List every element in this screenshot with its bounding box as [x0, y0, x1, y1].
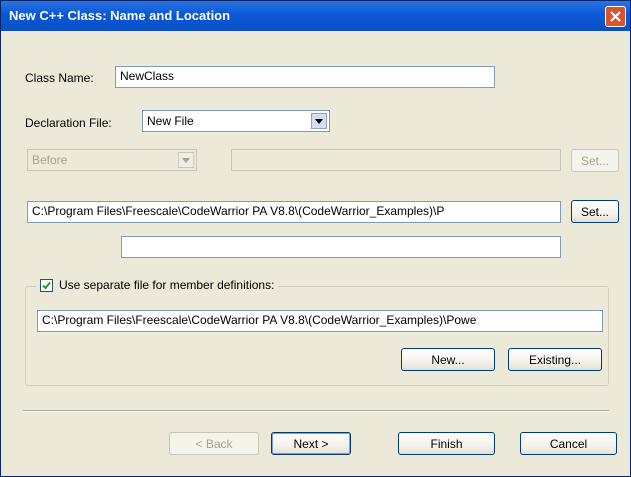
secondary-path-input[interactable] — [121, 236, 561, 258]
title-bar: New C++ Class: Name and Location — [1, 1, 630, 31]
relative-position-value: Before — [32, 153, 68, 167]
chevron-down-icon — [178, 152, 194, 168]
separator — [23, 410, 609, 412]
close-button[interactable] — [605, 6, 626, 27]
window-title: New C++ Class: Name and Location — [9, 8, 231, 23]
finish-button[interactable]: Finish — [398, 432, 495, 455]
dialog-window: New C++ Class: Name and Location Class N… — [0, 0, 631, 477]
member-definitions-group — [25, 286, 609, 386]
chevron-down-icon — [311, 113, 327, 129]
cancel-button[interactable]: Cancel — [520, 432, 617, 455]
existing-button[interactable]: Existing... — [508, 348, 602, 371]
path-input[interactable]: C:\Program Files\Freescale\CodeWarrior P… — [27, 201, 561, 223]
member-definitions-path-input[interactable]: C:\Program Files\Freescale\CodeWarrior P… — [37, 310, 603, 332]
member-definitions-checkbox[interactable] — [40, 278, 53, 292]
class-name-label: Class Name: — [25, 71, 94, 85]
relative-position-select[interactable]: Before — [27, 149, 197, 171]
relative-location-input[interactable] — [231, 149, 561, 171]
declaration-file-value: New File — [147, 114, 194, 128]
set-button[interactable]: Set... — [571, 200, 619, 223]
check-icon — [42, 281, 51, 289]
declaration-file-label: Declaration File: — [25, 116, 112, 130]
set-button-disabled[interactable]: Set... — [571, 149, 619, 172]
member-definitions-option: Use separate file for member definitions… — [36, 278, 279, 292]
next-button[interactable]: Next > — [271, 432, 351, 455]
class-name-input[interactable]: NewClass — [115, 66, 495, 88]
member-definitions-label: Use separate file for member definitions… — [59, 278, 275, 292]
new-button[interactable]: New... — [401, 348, 495, 371]
close-icon — [610, 11, 621, 22]
declaration-file-select[interactable]: New File — [142, 110, 330, 132]
back-button[interactable]: < Back — [169, 432, 259, 455]
